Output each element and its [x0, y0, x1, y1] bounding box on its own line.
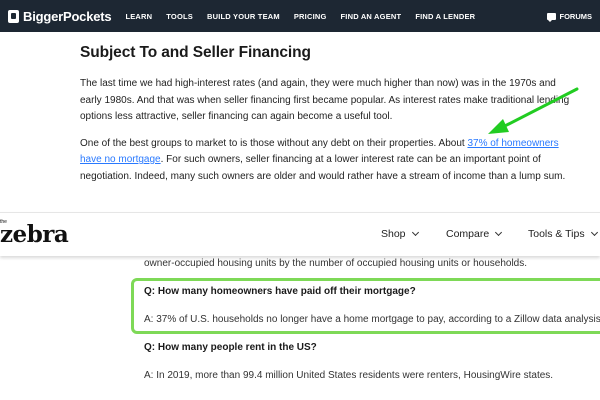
nav-link-build-your-team[interactable]: BUILD YOUR TEAM: [207, 12, 280, 21]
menu-shop-label: Shop: [381, 228, 406, 240]
chevron-down-icon: [495, 228, 503, 237]
menu-compare-label: Compare: [446, 228, 490, 240]
forums-link[interactable]: FORUMS: [546, 0, 593, 32]
zebra-menu-tools-tips[interactable]: Tools & Tips: [528, 228, 598, 240]
article-heading: Subject To and Seller Financing: [80, 44, 311, 61]
chevron-down-icon: [590, 228, 598, 237]
chevron-down-icon: [411, 228, 419, 237]
zebra-menu-shop[interactable]: Shop: [381, 228, 419, 240]
faq-intro-text: owner-occupied housing units by the numb…: [144, 258, 528, 269]
menu-tools-tips-label: Tools & Tips: [528, 228, 585, 240]
annotation-arrow-icon: [488, 87, 579, 134]
nav-link-find-an-agent[interactable]: FIND AN AGENT: [341, 12, 402, 21]
zebra-header-bar: the zebra Shop Compare Tools & Tips: [0, 212, 600, 256]
biggerpockets-logo-text: BiggerPockets: [23, 8, 112, 24]
faq-answer-2: A: In 2019, more than 99.4 million Unite…: [144, 370, 554, 381]
nav-links: LEARN TOOLS BUILD YOUR TEAM PRICING FIND…: [125, 12, 489, 21]
faq-question-1: Q: How many homeowners have paid off the…: [144, 286, 416, 297]
nav-link-pricing[interactable]: PRICING: [294, 12, 327, 21]
nav-link-learn[interactable]: LEARN: [125, 12, 152, 21]
nav-link-tools[interactable]: TOOLS: [166, 12, 193, 21]
zebra-logo[interactable]: zebra: [0, 221, 69, 248]
chat-bubble-icon: [546, 12, 556, 22]
biggerpockets-logo-icon: [8, 9, 19, 23]
zebra-menu-compare[interactable]: Compare: [446, 228, 503, 240]
nav-link-find-a-lender[interactable]: FIND A LENDER: [415, 12, 475, 21]
article-paragraph-2: One of the best groups to market to is t…: [80, 136, 580, 186]
top-navigation-bar: BiggerPockets LEARN TOOLS BUILD YOUR TEA…: [0, 0, 600, 32]
faq-question-2: Q: How many people rent in the US?: [144, 342, 317, 353]
forums-label: FORUMS: [559, 11, 593, 21]
paragraph-2-text-start: One of the best groups to market to is t…: [80, 137, 468, 149]
biggerpockets-logo[interactable]: BiggerPockets: [8, 8, 112, 24]
faq-answer-1: A: 37% of U.S. households no longer have…: [144, 314, 600, 325]
